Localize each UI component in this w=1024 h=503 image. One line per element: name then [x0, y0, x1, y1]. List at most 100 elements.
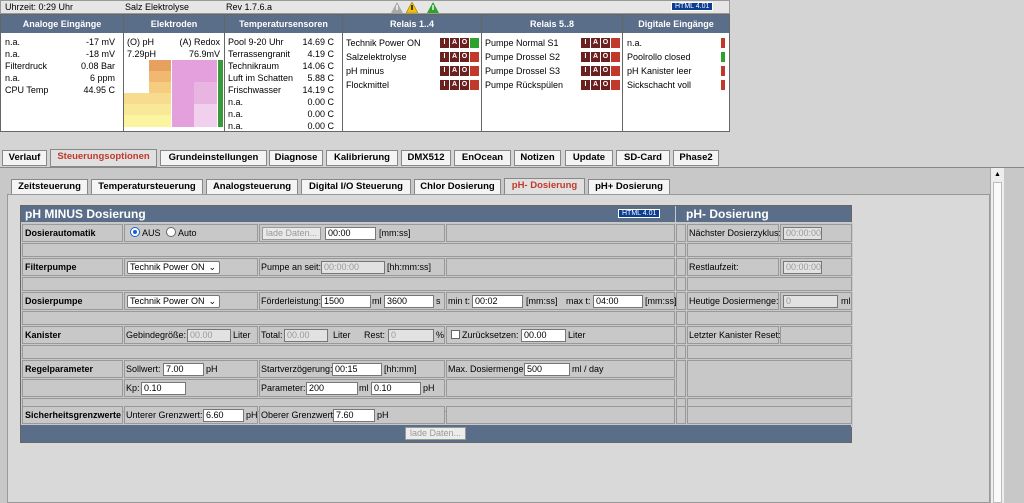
total-value: 00.00 — [284, 329, 328, 342]
filterpumpe-select[interactable]: Technik Power ON ⌄ — [127, 261, 220, 274]
max-dose-input[interactable]: 500 — [524, 363, 570, 376]
relais-iao-switch[interactable]: IAO — [439, 38, 479, 48]
setpoint-input[interactable]: 7.00 — [163, 363, 204, 376]
load-data-button[interactable]: lade Daten... — [262, 227, 321, 240]
unit-label: ml / day — [572, 364, 604, 374]
temp-row: Luft im Schatten 5.88 C — [228, 73, 334, 83]
parameter-input-2[interactable]: 0.10 — [371, 382, 421, 395]
analog-row: Filterdruck 0.08 Bar — [5, 61, 115, 71]
start-delay-input[interactable]: 00:15 — [332, 363, 382, 376]
radio-auto[interactable] — [166, 227, 176, 237]
tab-enocean[interactable]: EnOcean — [454, 150, 511, 166]
lower-limit-input[interactable]: 6.60 — [203, 409, 244, 422]
upper-limit-label: Oberer Grenzwert: — [261, 410, 336, 420]
dosierautomatik-label: Dosierautomatik — [25, 228, 96, 238]
dosierpumpe-label: Dosierpumpe — [25, 296, 83, 306]
relais-iao-switch[interactable]: IAO — [439, 52, 479, 62]
kanister-label: Kanister — [25, 330, 62, 340]
col-title-temps: Temperatursensoren — [225, 15, 342, 33]
reset-input[interactable]: 00.00 — [521, 329, 566, 342]
relais-iao-switch[interactable]: IAO — [580, 38, 620, 48]
relais-iao-switch[interactable]: IAO — [580, 80, 620, 90]
container-size-value: 00.00 — [187, 329, 231, 342]
relais-iao-switch[interactable]: IAO — [439, 66, 479, 76]
unit-label: % — [436, 330, 445, 340]
unit-label: [hh:mm] — [384, 364, 417, 374]
filterpumpe-label: Filterpumpe — [25, 262, 77, 272]
tab-diagnose[interactable]: Diagnose — [269, 150, 323, 166]
dosier-time-input[interactable]: 00:00 — [325, 227, 376, 240]
status-bar: Uhrzeit: 0:29 Uhr Salz Elektrolyse Rev 1… — [0, 0, 730, 14]
scroll-up-icon[interactable]: ▲ — [994, 171, 1001, 178]
temp-row: Technikraum 14.06 C — [228, 61, 334, 71]
analog-row: CPU Temp 44.95 C — [5, 85, 115, 95]
subtab-analogsteuerung[interactable]: Analogsteuerung — [206, 179, 298, 195]
unit-label: pH — [206, 364, 218, 374]
unit-label: pH — [246, 410, 258, 420]
subtab-ph-plus[interactable]: pH+ Dosierung — [588, 179, 670, 195]
relais-row: Flockmittel IAO — [346, 79, 481, 93]
dosierpumpe-select[interactable]: Technik Power ON ⌄ — [127, 295, 220, 308]
relais-row: Pumpe Rückspülen IAO — [485, 79, 622, 93]
chevron-down-icon: ⌄ — [208, 262, 216, 272]
relais-row: Pumpe Drossel S2 IAO — [485, 51, 622, 65]
unit-label: [mm:ss] — [645, 296, 677, 306]
html-badge: HTML 4.01 — [671, 2, 714, 11]
tab-sd-card[interactable]: SD-Card — [616, 150, 670, 166]
radio-aus[interactable] — [130, 227, 140, 237]
relais-iao-switch[interactable]: IAO — [580, 66, 620, 76]
col-title-relais2: Relais 5..8 — [482, 15, 622, 33]
electrode-gauges — [124, 60, 223, 127]
relais-row: Technik Power ON IAO — [346, 37, 481, 51]
form-footer: lade Daten... — [21, 425, 851, 442]
tab-verlauf[interactable]: Verlauf — [2, 150, 47, 166]
unit-label: ml — [359, 383, 369, 393]
tab-dmx512[interactable]: DMX512 — [401, 150, 451, 166]
min-time-input[interactable]: 00:02 — [472, 295, 523, 308]
tab-notizen[interactable]: Notizen — [514, 150, 561, 166]
temp-row: n.a. 0.00 C — [228, 97, 334, 107]
col-title-relais1: Relais 1..4 — [343, 15, 481, 33]
max-time-input[interactable]: 04:00 — [593, 295, 643, 308]
radio-aus-label: AUS — [142, 228, 161, 238]
form-html-badge: HTML 4.01 — [618, 209, 661, 218]
revision-text: Rev 1.7.6.a — [226, 2, 273, 12]
unit-label: ml — [841, 296, 851, 306]
kp-input[interactable]: 0.10 — [141, 382, 186, 395]
max-dose-label: Max. Dosiermenge: — [448, 364, 527, 374]
analog-row: n.a. -17 mV — [5, 37, 115, 47]
chevron-down-icon: ⌄ — [208, 296, 216, 306]
scrollbar[interactable]: ▲ — [990, 168, 1004, 503]
parameter-input[interactable]: 200 — [306, 382, 358, 395]
tab-grundeinstellungen[interactable]: Grundeinstellungen — [160, 150, 267, 166]
subtab-zeitsteuerung[interactable]: Zeitsteuerung — [11, 179, 88, 195]
relais-row: Salzelektrolyse IAO — [346, 51, 481, 65]
unit-label: pH — [423, 383, 435, 393]
footer-load-data-button[interactable]: lade Daten... — [405, 427, 466, 440]
tab-phase2[interactable]: Phase2 — [673, 150, 719, 166]
tab-steuerungsoptionen[interactable]: Steuerungsoptionen — [50, 149, 157, 167]
temp-row: Pool 9-20 Uhr 14.69 C — [228, 37, 334, 47]
relais-row: pH minus IAO — [346, 65, 481, 79]
reset-checkbox[interactable] — [451, 330, 460, 339]
radio-auto-label: Auto — [178, 228, 197, 238]
relais-iao-switch[interactable]: IAO — [439, 80, 479, 90]
feed-seconds-input[interactable]: 3600 — [384, 295, 434, 308]
reset-label: Zurücksetzen: — [462, 330, 519, 340]
subtab-chlor-dosierung[interactable]: Chlor Dosierung — [414, 179, 501, 195]
scroll-thumb[interactable] — [993, 182, 1002, 503]
tab-kalibrierung[interactable]: Kalibrierung — [326, 150, 398, 166]
relais-row: Pumpe Normal S1 IAO — [485, 37, 622, 51]
next-cycle-label: Nächster Dosierzyklus: — [689, 228, 782, 238]
relais-iao-switch[interactable]: IAO — [580, 52, 620, 62]
relais-5-8-col: Relais 5..8 Pumpe Normal S1 IAO Pumpe Dr… — [482, 15, 623, 131]
setpoint-label: Sollwert: — [126, 364, 161, 374]
start-delay-label: Startverzögerung: — [261, 364, 333, 374]
rest-runtime-label: Restlaufzeit: — [689, 262, 739, 272]
subtab-temperatursteuerung[interactable]: Temperatursteuerung — [91, 179, 203, 195]
upper-limit-input[interactable]: 7.60 — [333, 409, 375, 422]
subtab-digital-io[interactable]: Digital I/O Steuerung — [301, 179, 411, 195]
tab-update[interactable]: Update — [565, 150, 613, 166]
feed-rate-input[interactable]: 1500 — [321, 295, 371, 308]
digital-row: Poolrollo closed — [627, 51, 729, 65]
